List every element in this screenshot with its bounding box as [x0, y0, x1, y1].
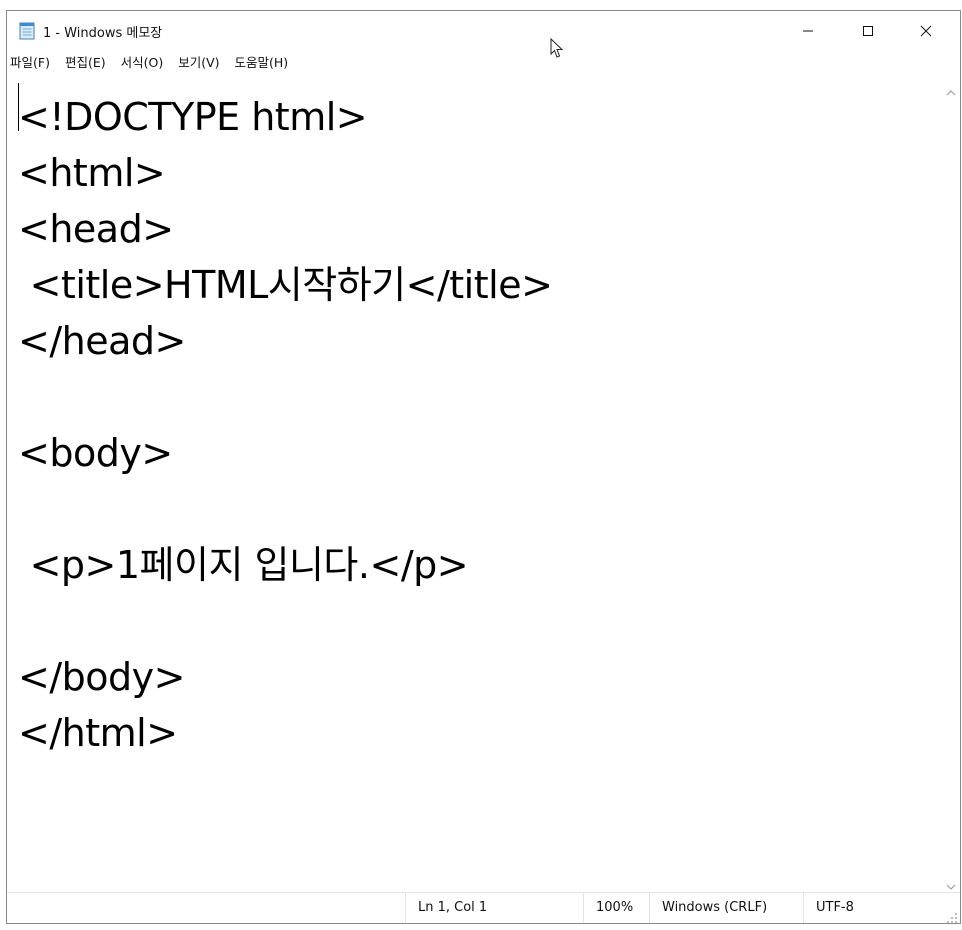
code-line: <p>1페이지 입니다.</p>: [18, 543, 469, 587]
menu-bar: 파일(F) 편집(E) 서식(O) 보기(V) 도움말(H): [7, 51, 960, 75]
scroll-down-icon[interactable]: [945, 877, 957, 890]
status-encoding: UTF-8: [803, 893, 943, 923]
status-bar: Ln 1, Col 1 100% Windows (CRLF) UTF-8: [7, 892, 960, 923]
text-editor[interactable]: <!DOCTYPE html> <html> <head> <title>HTM…: [7, 75, 942, 893]
menu-edit[interactable]: 편집(E): [58, 51, 114, 75]
menu-file[interactable]: 파일(F): [7, 51, 58, 75]
vertical-scrollbar[interactable]: [942, 75, 960, 893]
minimize-icon: [802, 22, 814, 41]
window-title: 1 - Windows 메모장: [43, 26, 163, 41]
maximize-icon: [862, 22, 874, 41]
code-line: <html>: [18, 151, 166, 195]
code-line: <!DOCTYPE html>: [18, 95, 368, 139]
menu-view[interactable]: 보기(V): [171, 51, 227, 75]
code-line: </body>: [18, 655, 185, 699]
code-line: </html>: [18, 711, 178, 755]
notepad-window: 1 - Windows 메모장 파일(F) 편집(E) 서식(O) 보기(V) …: [6, 10, 961, 924]
code-line: <body>: [18, 431, 173, 475]
status-cursor-position: Ln 1, Col 1: [405, 893, 583, 923]
menu-help[interactable]: 도움말(H): [228, 51, 297, 75]
status-line-ending: Windows (CRLF): [649, 893, 803, 923]
minimize-button[interactable]: [779, 11, 837, 51]
notepad-icon: [19, 22, 35, 40]
code-line: <head>: [18, 207, 174, 251]
maximize-button[interactable]: [839, 11, 897, 51]
status-zoom: 100%: [583, 893, 649, 923]
close-icon: [920, 22, 932, 41]
resize-grip-icon[interactable]: [946, 909, 958, 923]
mouse-cursor-icon: [550, 37, 566, 60]
code-line: <title>HTML시작하기</title>: [18, 263, 553, 307]
code-line: </head>: [18, 319, 186, 363]
menu-format[interactable]: 서식(O): [114, 51, 172, 75]
title-bar[interactable]: 1 - Windows 메모장: [7, 11, 960, 51]
scroll-up-icon[interactable]: [945, 83, 957, 96]
close-button[interactable]: [897, 11, 955, 51]
